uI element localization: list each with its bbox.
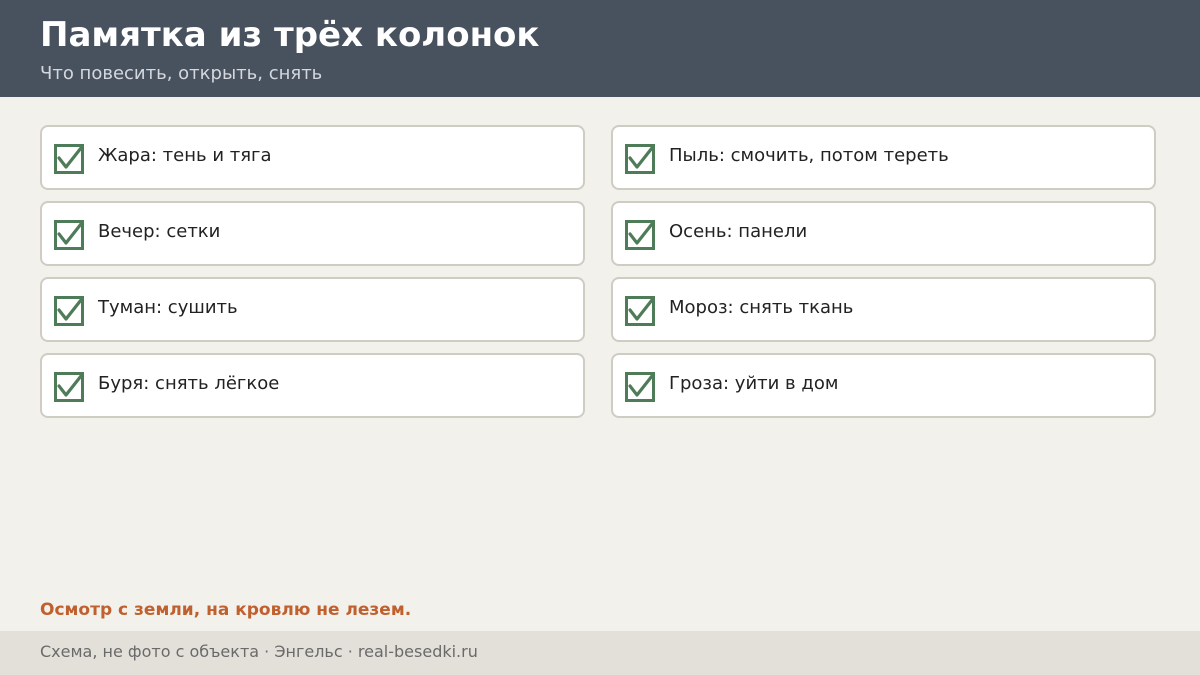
checklist-item: Осень: панели bbox=[611, 201, 1156, 266]
checklist-item: Туман: сушить bbox=[40, 277, 585, 342]
checklist-item-label: Буря: снять лёгкое bbox=[98, 373, 280, 394]
footer: Схема, не фото с объекта · Энгельс · rea… bbox=[0, 631, 1200, 675]
page-title: Памятка из трёх колонок bbox=[40, 15, 540, 55]
checkbox-checked-icon[interactable] bbox=[625, 144, 655, 174]
checkbox-checked-icon[interactable] bbox=[625, 296, 655, 326]
warning-note: Осмотр с земли, на кровлю не лезем. bbox=[40, 600, 412, 620]
checkbox-checked-icon[interactable] bbox=[54, 296, 84, 326]
checkbox-checked-icon[interactable] bbox=[625, 220, 655, 250]
checklist-item-label: Мороз: снять ткань bbox=[669, 297, 854, 318]
checklist-item-label: Гроза: уйти в дом bbox=[669, 373, 839, 394]
checkbox-checked-icon[interactable] bbox=[54, 144, 84, 174]
checklist-item-label: Туман: сушить bbox=[98, 297, 238, 318]
checklist-item: Гроза: уйти в дом bbox=[611, 353, 1156, 418]
checklist-item: Жара: тень и тяга bbox=[40, 125, 585, 190]
checkbox-checked-icon[interactable] bbox=[54, 372, 84, 402]
checklist-item-label: Вечер: сетки bbox=[98, 221, 221, 242]
header: Памятка из трёх колонок Что повесить, от… bbox=[0, 0, 1200, 97]
checklist-item: Вечер: сетки bbox=[40, 201, 585, 266]
checklist-grid: Жара: тень и тяга Пыль: смочить, потом т… bbox=[40, 125, 1156, 418]
page-subtitle: Что повесить, открыть, снять bbox=[40, 63, 323, 84]
checklist-item-label: Пыль: смочить, потом тереть bbox=[669, 145, 949, 166]
checklist-item: Мороз: снять ткань bbox=[611, 277, 1156, 342]
checkbox-checked-icon[interactable] bbox=[625, 372, 655, 402]
checklist-item: Пыль: смочить, потом тереть bbox=[611, 125, 1156, 190]
checklist-item: Буря: снять лёгкое bbox=[40, 353, 585, 418]
checklist-item-label: Жара: тень и тяга bbox=[98, 145, 272, 166]
checkbox-checked-icon[interactable] bbox=[54, 220, 84, 250]
checklist-item-label: Осень: панели bbox=[669, 221, 808, 242]
footer-text: Схема, не фото с объекта · Энгельс · rea… bbox=[40, 642, 478, 661]
